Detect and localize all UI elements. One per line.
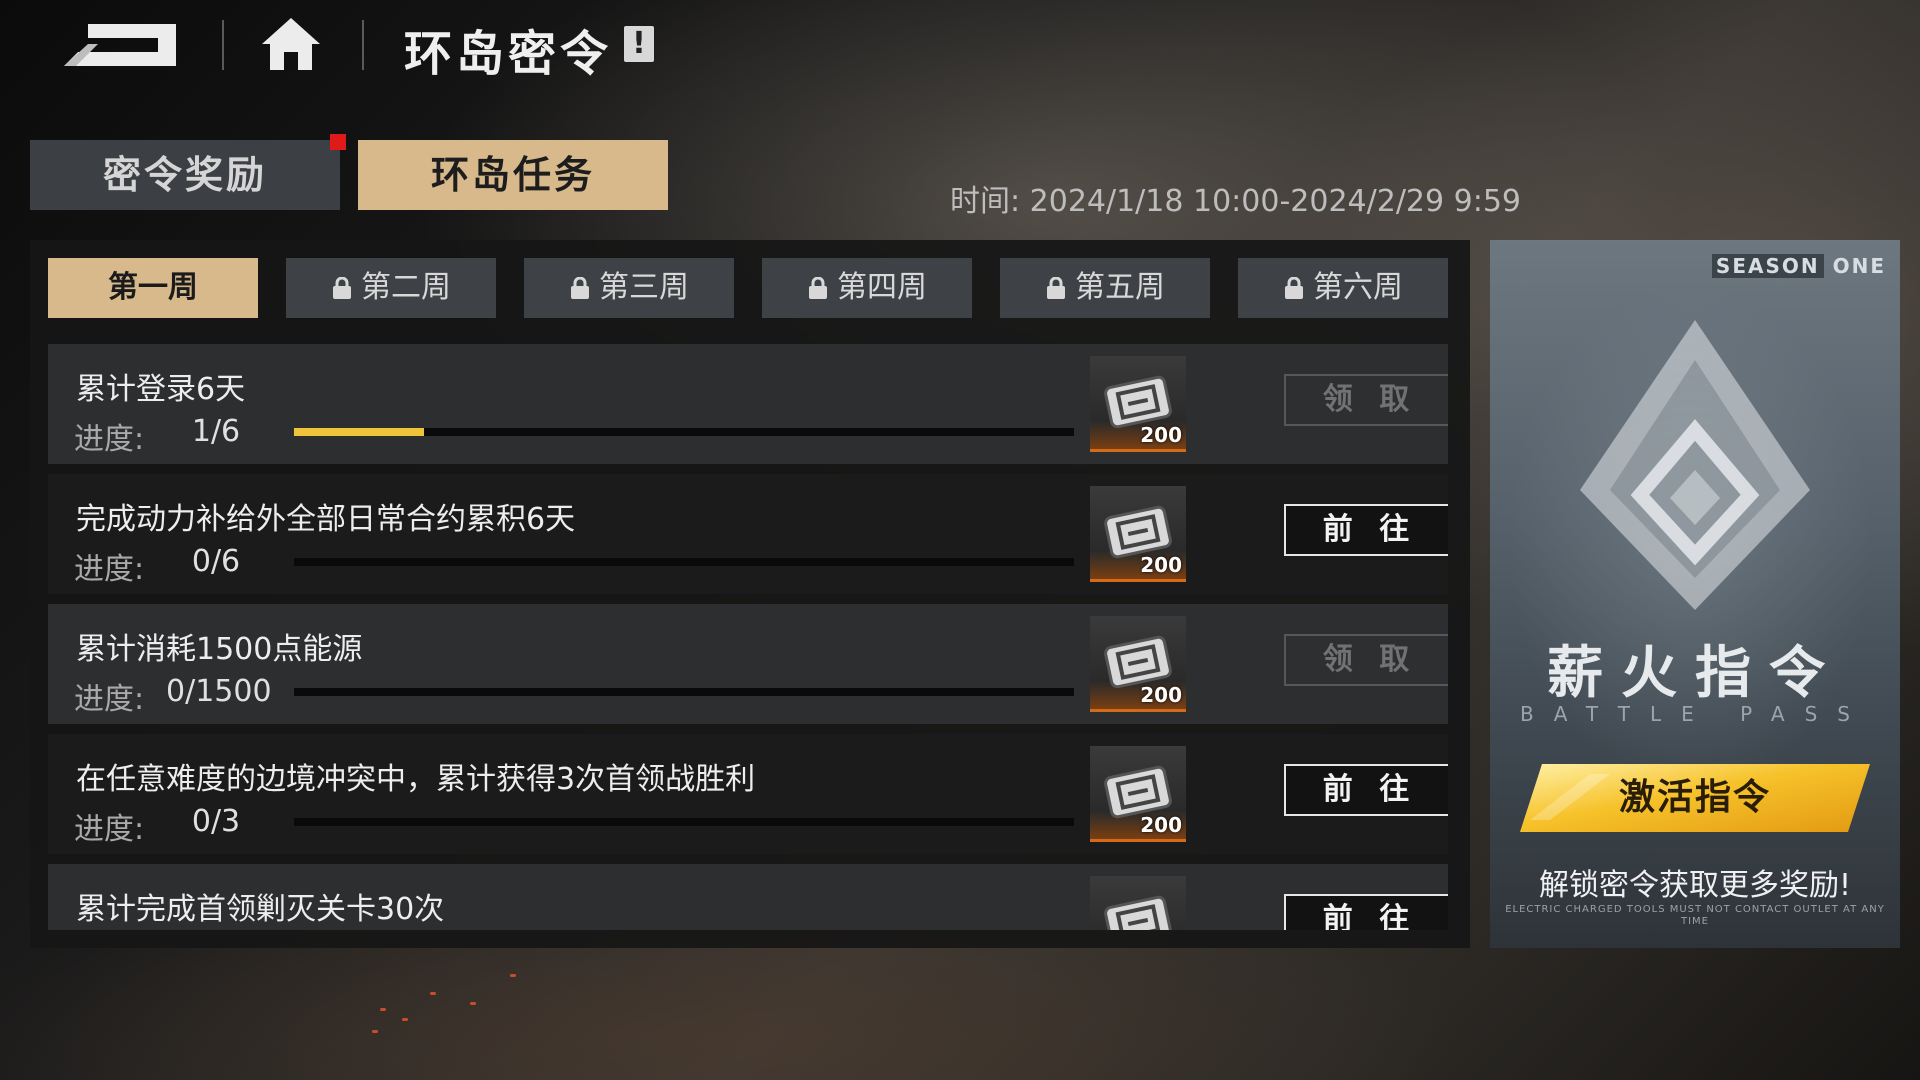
ember-speck xyxy=(402,1018,408,1021)
reward-token-icon[interactable]: 200 xyxy=(1090,746,1186,842)
progress-value: 1/6 xyxy=(191,414,241,449)
claim-button[interactable]: 领 取 xyxy=(1284,374,1448,426)
reward-quantity: 200 xyxy=(1140,813,1182,837)
week-tab-6[interactable]: 第六周 xyxy=(1238,258,1448,318)
reward-quantity: 200 xyxy=(1140,553,1182,577)
go-button[interactable]: 前 往 xyxy=(1284,504,1448,556)
back-icon xyxy=(64,24,176,66)
lock-icon xyxy=(569,260,591,299)
week-tab-label: 第四周 xyxy=(837,270,927,305)
pass-hint: 解锁密令获取更多奖励! xyxy=(1538,868,1852,903)
ember-speck xyxy=(470,1002,476,1005)
progress-value: 0/6 xyxy=(191,544,241,579)
divider xyxy=(362,20,364,70)
progress-label: 进度: xyxy=(74,682,145,717)
divider xyxy=(222,20,224,70)
task-title: 在任意难度的边境冲突中，累计获得3次首领战胜利 xyxy=(76,762,756,797)
back-button[interactable] xyxy=(58,18,186,70)
progress-label: 进度: xyxy=(74,422,145,457)
activate-pass-button[interactable]: 激活指令 xyxy=(1520,764,1870,832)
reward-token-icon[interactable]: 200 xyxy=(1090,876,1186,930)
progress-label: 进度: xyxy=(74,812,145,847)
game-screen: 环岛密令 ! 密令奖励 环岛任务 时间: 2024/1/18 10:00-202… xyxy=(0,0,1920,1080)
progress-label: 进度: xyxy=(74,552,145,587)
season-tag: SEASON ONE xyxy=(1711,254,1886,278)
week-tab-label: 第一周 xyxy=(108,270,198,305)
week-tab-2[interactable]: 第二周 xyxy=(286,258,496,318)
progress-bar xyxy=(294,428,1074,436)
task-title: 累计消耗1500点能源 xyxy=(76,632,363,667)
task-row: 累计完成首领剿灭关卡30次 200 前 往 xyxy=(48,864,1448,930)
progress-bar xyxy=(294,558,1074,566)
progress-value: 0/1500 xyxy=(166,674,272,709)
event-time-range: 时间: 2024/1/18 10:00-2024/2/29 9:59 xyxy=(950,184,1522,219)
notification-dot xyxy=(330,134,346,150)
season-emblem-icon xyxy=(1580,320,1810,610)
progress-value: 0/3 xyxy=(191,804,241,839)
week-tab-label: 第六周 xyxy=(1313,270,1403,305)
task-row: 完成动力补给外全部日常合约累积6天 进度: 0/6 200 前 往 xyxy=(48,474,1448,594)
ember-speck xyxy=(372,1030,378,1033)
ember-speck xyxy=(380,1008,386,1011)
task-row: 在任意难度的边境冲突中，累计获得3次首领战胜利 进度: 0/3 200 前 往 xyxy=(48,734,1448,854)
reward-token-icon[interactable]: 200 xyxy=(1090,486,1186,582)
tab-island-tasks[interactable]: 环岛任务 xyxy=(358,140,668,210)
reward-token-icon[interactable]: 200 xyxy=(1090,616,1186,712)
week-tab-3[interactable]: 第三周 xyxy=(524,258,734,318)
progress-bar xyxy=(294,688,1074,696)
pass-subtitle: BATTLE PASS xyxy=(1520,702,1870,726)
lock-icon xyxy=(1283,260,1305,299)
reward-quantity: 200 xyxy=(1140,683,1182,707)
task-title: 累计登录6天 xyxy=(76,372,246,407)
ember-speck xyxy=(510,974,516,977)
progress-bar xyxy=(294,818,1074,826)
week-tab-bar: 第一周 第二周 第三周 第四周 第五周 第六周 xyxy=(48,258,1452,318)
home-icon xyxy=(262,18,320,70)
page-title: 环岛密令 xyxy=(404,26,613,82)
pass-fine-print: ELECTRIC CHARGED TOOLS MUST NOT CONTACT … xyxy=(1505,904,1885,927)
claim-button[interactable]: 领 取 xyxy=(1284,634,1448,686)
reward-token-icon[interactable]: 200 xyxy=(1090,356,1186,452)
task-list[interactable]: 累计登录6天 进度: 1/6 200 领 取完成动力补给外全部日常合约累积6天 进度: 0/… xyxy=(48,344,1448,930)
season-pass-card[interactable]: SEASON ONE 薪火指令 BATTLE PASS 激活指令 解锁密令获取更… xyxy=(1490,240,1900,948)
reward-quantity: 200 xyxy=(1140,423,1182,447)
go-button[interactable]: 前 往 xyxy=(1284,894,1448,930)
lock-icon xyxy=(807,260,829,299)
progress-bar-fill xyxy=(294,428,424,436)
activate-pass-label: 激活指令 xyxy=(1618,777,1771,818)
lock-icon xyxy=(1045,260,1067,299)
ember-speck xyxy=(430,992,436,995)
week-tab-label: 第三周 xyxy=(599,270,689,305)
top-bar: 环岛密令 ! xyxy=(0,0,1920,90)
info-icon[interactable]: ! xyxy=(624,26,654,62)
week-tab-4[interactable]: 第四周 xyxy=(762,258,972,318)
season-label: SEASON xyxy=(1711,254,1824,278)
season-number: ONE xyxy=(1832,254,1886,278)
task-title: 累计完成首领剿灭关卡30次 xyxy=(76,892,445,927)
task-row: 累计消耗1500点能源 进度: 0/1500 200 领 取 xyxy=(48,604,1448,724)
task-title: 完成动力补给外全部日常合约累积6天 xyxy=(76,502,576,537)
go-button[interactable]: 前 往 xyxy=(1284,764,1448,816)
task-row: 累计登录6天 进度: 1/6 200 领 取 xyxy=(48,344,1448,464)
tab-order-rewards[interactable]: 密令奖励 xyxy=(30,140,340,210)
pass-title: 薪火指令 xyxy=(1547,641,1843,706)
week-tab-label: 第二周 xyxy=(361,270,451,305)
lock-icon xyxy=(331,260,353,299)
home-button[interactable] xyxy=(260,16,322,72)
week-tab-1[interactable]: 第一周 xyxy=(48,258,258,318)
week-tab-5[interactable]: 第五周 xyxy=(1000,258,1210,318)
week-tab-label: 第五周 xyxy=(1075,270,1165,305)
task-panel: 第一周 第二周 第三周 第四周 第五周 第六周 累计登录6天 进度: 1/6 200 领 取完成动… xyxy=(30,240,1470,948)
